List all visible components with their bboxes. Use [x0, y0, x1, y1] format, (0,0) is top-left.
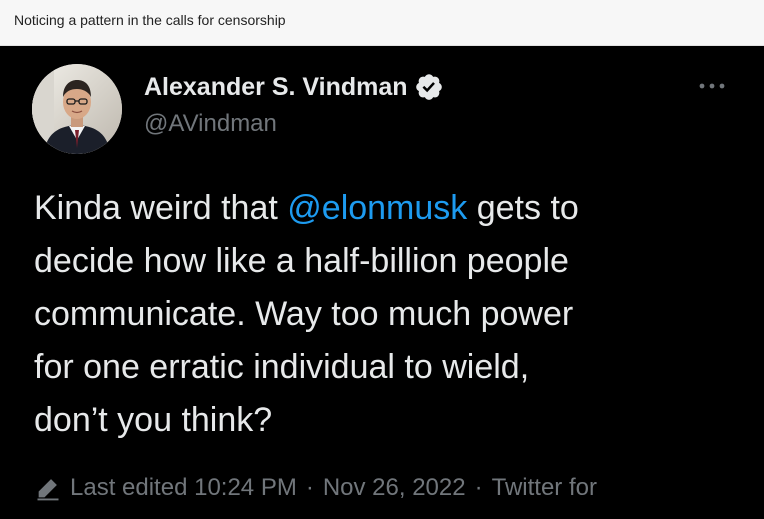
post-caption: Noticing a pattern in the calls for cens…	[14, 12, 286, 28]
tweet-source[interactable]: Twitter for	[492, 474, 597, 502]
embedded-tweet[interactable]: Alexander S. Vindman @AVindman Kinda wei…	[0, 46, 764, 519]
tweet-text: Kinda weird that @elonmusk gets to decid…	[34, 182, 746, 447]
avatar[interactable]	[32, 64, 122, 154]
meta-separator: ·	[474, 474, 483, 501]
post-caption-bar: Noticing a pattern in the calls for cens…	[0, 0, 764, 46]
tweet-text-line: don’t you think?	[34, 401, 273, 439]
more-options-button[interactable]	[694, 74, 730, 98]
tweet-text-line: Kinda weird that @elonmusk gets to	[34, 182, 746, 235]
last-edited-link[interactable]: Last edited 10:24 PM	[70, 474, 297, 502]
avatar-photo-icon	[32, 64, 122, 154]
tweet-date[interactable]: Nov 26, 2022	[323, 474, 466, 502]
tweet-text-segment: gets to	[467, 189, 579, 227]
tweet-text-line: communicate. Way too much power	[34, 295, 574, 333]
meta-separator: ·	[305, 474, 314, 501]
author-display-name[interactable]: Alexander S. Vindman	[144, 73, 408, 102]
verified-badge-icon	[414, 72, 444, 102]
mention-link[interactable]: @elonmusk	[287, 189, 467, 227]
tweet-text-segment: Kinda weird that	[34, 189, 288, 227]
pencil-icon	[34, 474, 62, 502]
author-name-row: Alexander S. Vindman	[144, 70, 444, 104]
tweet-text-line: decide how like a half-billion people	[34, 242, 569, 280]
author-handle[interactable]: @AVindman	[144, 110, 277, 138]
tweet-text-line: for one erratic individual to wield,	[34, 348, 530, 386]
more-horizontal-icon	[699, 83, 725, 89]
tweet-meta: Last edited 10:24 PM · Nov 26, 2022 · Tw…	[34, 474, 597, 502]
